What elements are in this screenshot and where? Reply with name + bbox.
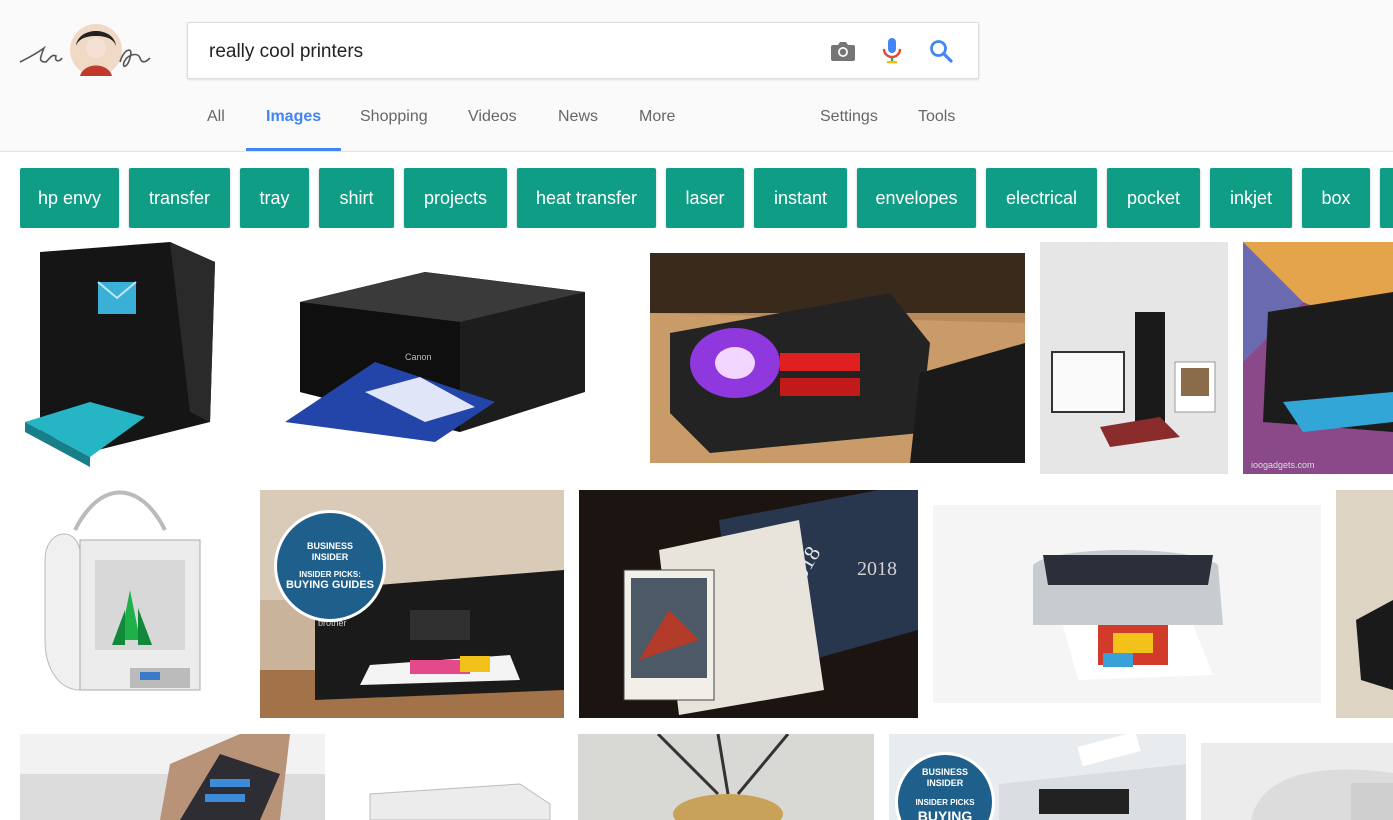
tab-images[interactable]: Images [245, 108, 342, 151]
image-result[interactable]: brother BUSINESS INSIDER INSIDER PICKS: … [260, 490, 564, 718]
settings-link[interactable]: Settings [820, 108, 878, 151]
tab-news[interactable]: News [558, 108, 598, 151]
chip-transfer[interactable]: transfer [129, 168, 230, 228]
image-result[interactable]: 2018 2018 [579, 490, 918, 718]
image-result[interactable] [20, 242, 230, 470]
chip-inkjet[interactable]: inkjet [1210, 168, 1292, 228]
chip-laser[interactable]: laser [666, 168, 744, 228]
image-result[interactable] [20, 734, 325, 820]
image-result[interactable] [650, 253, 1025, 463]
image-result[interactable] [1040, 242, 1228, 474]
image-result[interactable] [1336, 490, 1393, 718]
search-icon[interactable] [926, 36, 956, 66]
tab-videos[interactable]: Videos [468, 108, 517, 151]
image-result[interactable] [340, 734, 563, 820]
image-result[interactable] [1201, 743, 1393, 820]
image-result[interactable]: Canon [245, 242, 635, 470]
chip-heat-transfer[interactable]: heat transfer [517, 168, 656, 228]
badge-line: BUSINESS [306, 541, 353, 551]
chip-tray[interactable]: tray [240, 168, 309, 228]
chip-pocket[interactable]: pocket [1107, 168, 1200, 228]
chip-partial[interactable] [1380, 168, 1393, 228]
badge-line: BUSINESS [921, 767, 968, 777]
google-doodle-logo[interactable] [16, 18, 156, 82]
header: All Images Shopping Videos News More Set… [0, 0, 1393, 152]
microphone-icon[interactable] [877, 36, 907, 66]
badge-line: BUYING GUIDES [285, 579, 374, 591]
watermark-text: ioogadgets.com [1251, 460, 1315, 470]
badge-line: BUYING [917, 808, 973, 820]
chip-shirt[interactable]: shirt [319, 168, 394, 228]
chip-envelopes[interactable]: envelopes [857, 168, 976, 228]
year-text: 2018 [857, 558, 897, 580]
image-result[interactable]: BUSINESS INSIDER INSIDER PICKS BUYING [889, 734, 1186, 820]
chip-projects[interactable]: projects [404, 168, 507, 228]
canon-brand-text: Canon [405, 352, 432, 362]
tab-more[interactable]: More [639, 108, 675, 151]
search-input[interactable] [207, 23, 811, 80]
image-result[interactable] [578, 734, 874, 820]
badge-line: INSIDER PICKS [915, 798, 975, 807]
camera-icon[interactable] [828, 36, 858, 66]
image-result[interactable] [933, 505, 1321, 703]
related-search-chips: hp envy transfer tray shirt projects hea… [20, 168, 1393, 228]
tab-shopping[interactable]: Shopping [360, 108, 428, 151]
chip-instant[interactable]: instant [754, 168, 847, 228]
search-box [187, 22, 979, 80]
chip-box[interactable]: box [1302, 168, 1370, 228]
badge-line: INSIDER [926, 778, 964, 788]
image-result[interactable]: ioogadgets.com [1243, 242, 1393, 474]
chip-hp-envy[interactable]: hp envy [20, 168, 119, 228]
badge-line: INSIDER [311, 552, 349, 562]
business-insider-badge: BUSINESS INSIDER INSIDER PICKS: BUYING G… [274, 510, 386, 622]
tools-link[interactable]: Tools [918, 108, 955, 151]
chip-electrical[interactable]: electrical [986, 168, 1097, 228]
tab-all[interactable]: All [207, 108, 225, 151]
image-result[interactable] [20, 490, 245, 718]
